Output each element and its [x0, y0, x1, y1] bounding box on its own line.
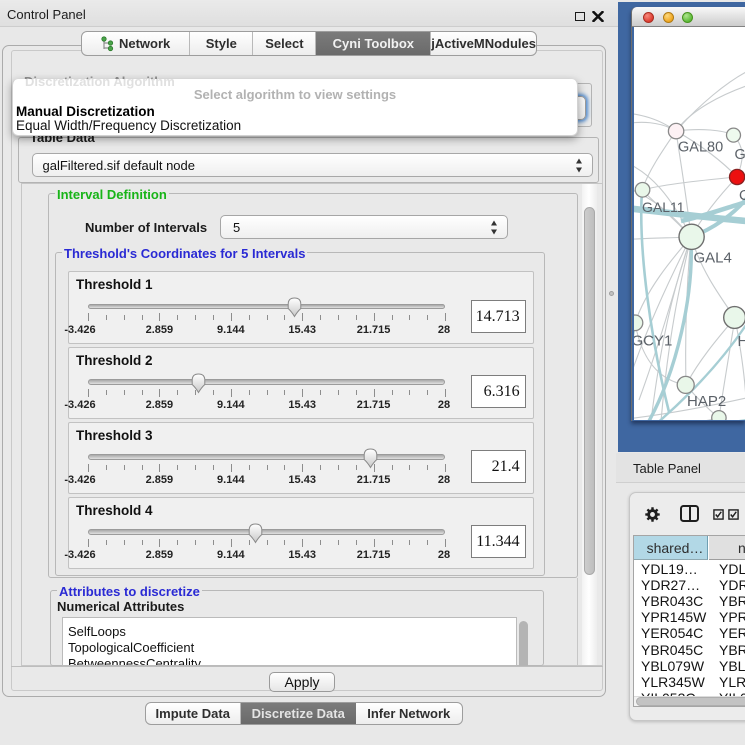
svg-text:HAP2: HAP2: [687, 393, 726, 410]
svg-text:CY: CY: [739, 188, 745, 204]
svg-text:GAL4: GAL4: [693, 250, 731, 267]
svg-text:GCY1: GCY1: [634, 333, 672, 350]
svg-text:GA: GA: [734, 147, 745, 163]
svg-text:H: H: [737, 333, 745, 350]
svg-text:GAL80: GAL80: [678, 140, 723, 156]
svg-text:GAL11: GAL11: [642, 199, 685, 215]
